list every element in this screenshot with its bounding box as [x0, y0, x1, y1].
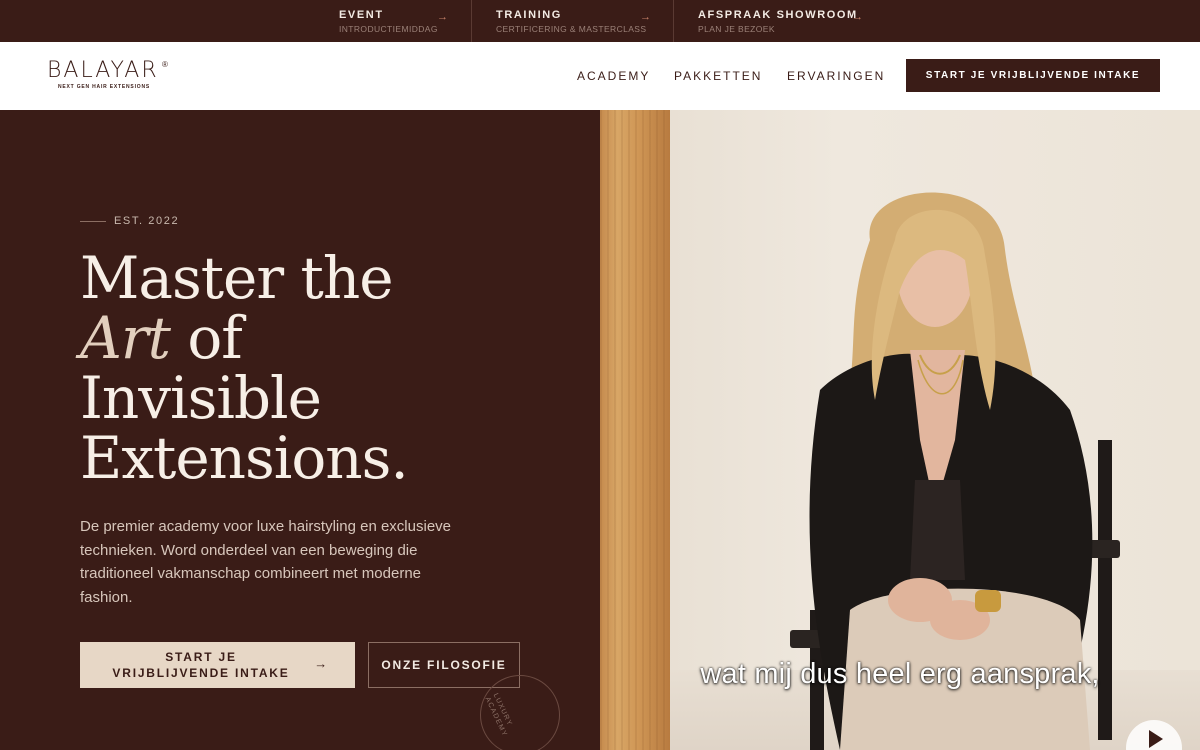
established-text: EST. 2022	[114, 215, 180, 227]
hero-headline: Master the Art of Invisible Extensions.	[80, 248, 409, 488]
promo-event[interactable]: EVENT INTRODUCTIEMIDDAG →	[339, 0, 448, 42]
promo-subtitle: PLAN JE BEZOEK	[698, 24, 775, 34]
hero-content: EST. 2022 Master the Art of Invisible Ex…	[0, 110, 600, 750]
established-label: EST. 2022	[80, 215, 179, 227]
headline-line-3: Invisible	[80, 364, 322, 432]
nav-link-ervaringen[interactable]: ERVARINGEN	[787, 69, 885, 83]
logo-wordmark: BALAYAR	[47, 58, 159, 83]
arrow-right-icon: →	[437, 11, 448, 23]
headline-line-4: Extensions.	[80, 424, 409, 492]
video-subtitle: wat mij dus heel erg aansprak,	[700, 658, 1100, 690]
nav-intake-button[interactable]: START JE VRIJBLIJVENDE INTAKE	[906, 59, 1160, 92]
start-intake-label: START JE VRIJBLIJVENDE INTAKE	[112, 650, 290, 680]
divider-line	[80, 220, 106, 222]
headline-line-1: Master the	[80, 244, 394, 312]
nav-link-pakketten[interactable]: PAKKETTEN	[674, 69, 762, 83]
start-intake-button[interactable]: START JE VRIJBLIJVENDE INTAKE →	[80, 642, 355, 688]
arrow-right-icon: →	[314, 656, 329, 671]
hero-description: De premier academy voor luxe hairstyling…	[80, 518, 452, 606]
arrow-right-icon: →	[640, 11, 651, 23]
promo-title: EVENT	[339, 9, 384, 21]
wood-grain	[600, 110, 670, 750]
logo-tagline: NEXT GEN HAIR EXTENSIONS	[58, 84, 150, 90]
badge-text: LUXURY ACADEMY	[483, 692, 514, 739]
headline-art-italic: Art	[80, 304, 171, 372]
luxury-academy-badge: LUXURY ACADEMY	[480, 675, 560, 750]
promo-training[interactable]: TRAINING CERTIFICERING & MASTERCLASS →	[471, 0, 651, 42]
promo-title: TRAINING	[496, 9, 562, 21]
arrow-right-icon: →	[852, 11, 863, 23]
promo-showroom[interactable]: AFSPRAAK SHOWROOM PLAN JE BEZOEK →	[673, 0, 863, 42]
main-nav: BALAYAR ® NEXT GEN HAIR EXTENSIONS ACADE…	[0, 42, 1200, 110]
promo-subtitle: CERTIFICERING & MASTERCLASS	[496, 24, 647, 34]
promo-subtitle: INTRODUCTIEMIDDAG	[339, 24, 438, 34]
top-promo-bar: EVENT INTRODUCTIEMIDDAG → TRAINING CERTI…	[0, 0, 1200, 42]
play-icon	[1149, 730, 1163, 748]
registered-mark: ®	[162, 60, 168, 69]
headline-line-2-rest: of	[169, 304, 242, 372]
logo[interactable]: BALAYAR ® NEXT GEN HAIR EXTENSIONS	[47, 58, 168, 90]
nav-link-academy[interactable]: ACADEMY	[577, 69, 650, 83]
hero-video[interactable]: wat mij dus heel erg aansprak,	[600, 110, 1200, 750]
promo-title: AFSPRAAK SHOWROOM	[698, 9, 858, 21]
